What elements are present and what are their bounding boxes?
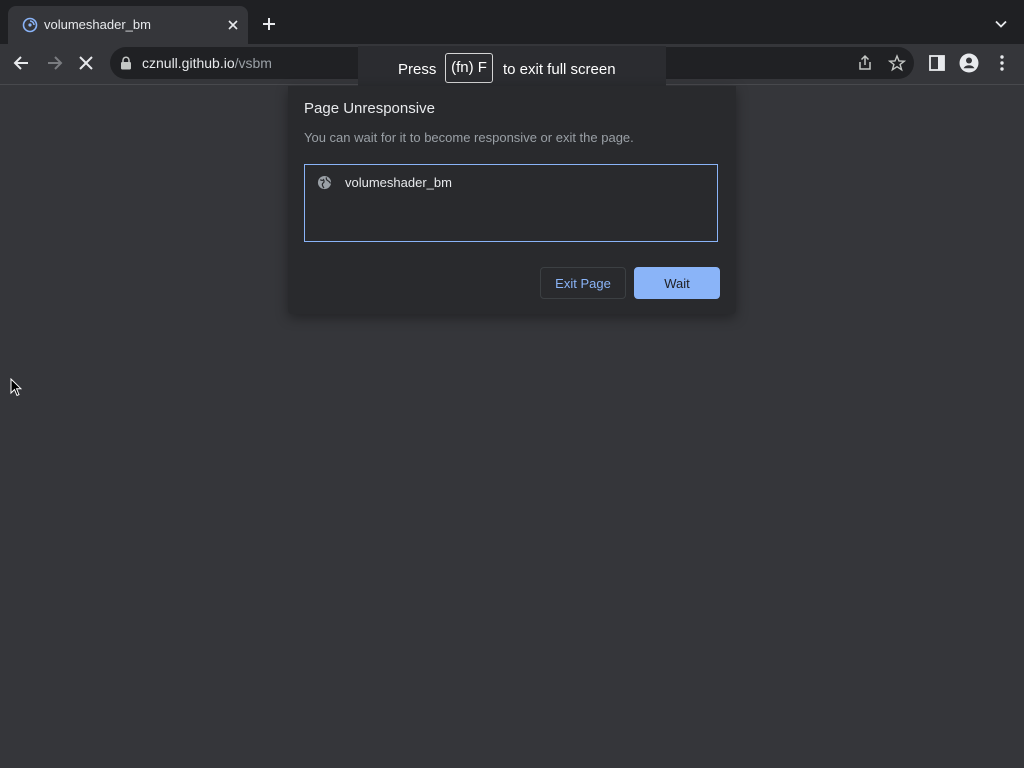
list-item: volumeshader_bm bbox=[345, 175, 452, 190]
profile-icon[interactable] bbox=[959, 53, 979, 73]
unresponsive-pages-list[interactable]: volumeshader_bm bbox=[304, 164, 718, 242]
kebab-menu-icon[interactable] bbox=[993, 53, 1011, 73]
tab-volumeshader[interactable]: volumeshader_bm bbox=[8, 6, 248, 44]
url-text: cznull.github.io/vsbm bbox=[142, 55, 272, 71]
plus-icon[interactable] bbox=[260, 15, 278, 33]
dialog-message: You can wait for it to become responsive… bbox=[304, 130, 634, 145]
chevron-down-icon[interactable] bbox=[994, 17, 1008, 31]
arrow-left-icon[interactable] bbox=[12, 53, 32, 73]
close-icon[interactable] bbox=[224, 16, 242, 34]
tab-title: volumeshader_bm bbox=[44, 17, 151, 32]
wait-button[interactable]: Wait bbox=[634, 267, 720, 299]
side-panel-icon[interactable] bbox=[928, 54, 946, 72]
page-unresponsive-dialog: Page Unresponsive You can wait for it to… bbox=[288, 86, 736, 314]
share-icon[interactable] bbox=[856, 54, 874, 72]
url-host: cznull.github.io bbox=[142, 55, 235, 71]
mouse-cursor-icon bbox=[10, 378, 22, 397]
close-icon[interactable] bbox=[76, 53, 96, 73]
fullscreen-suffix: to exit full screen bbox=[503, 61, 616, 78]
star-icon[interactable] bbox=[888, 54, 906, 72]
site-favicon-icon bbox=[22, 17, 38, 33]
fullscreen-prefix: Press bbox=[398, 61, 437, 78]
arrow-right-icon[interactable] bbox=[44, 53, 64, 73]
fullscreen-key: (fn) F bbox=[445, 53, 493, 83]
globe-icon bbox=[317, 175, 332, 190]
lock-icon[interactable] bbox=[120, 56, 132, 70]
dialog-title: Page Unresponsive bbox=[304, 100, 435, 117]
tab-strip: volumeshader_bm bbox=[0, 0, 1024, 44]
exit-page-button[interactable]: Exit Page bbox=[540, 267, 626, 299]
url-path: /vsbm bbox=[234, 55, 272, 71]
